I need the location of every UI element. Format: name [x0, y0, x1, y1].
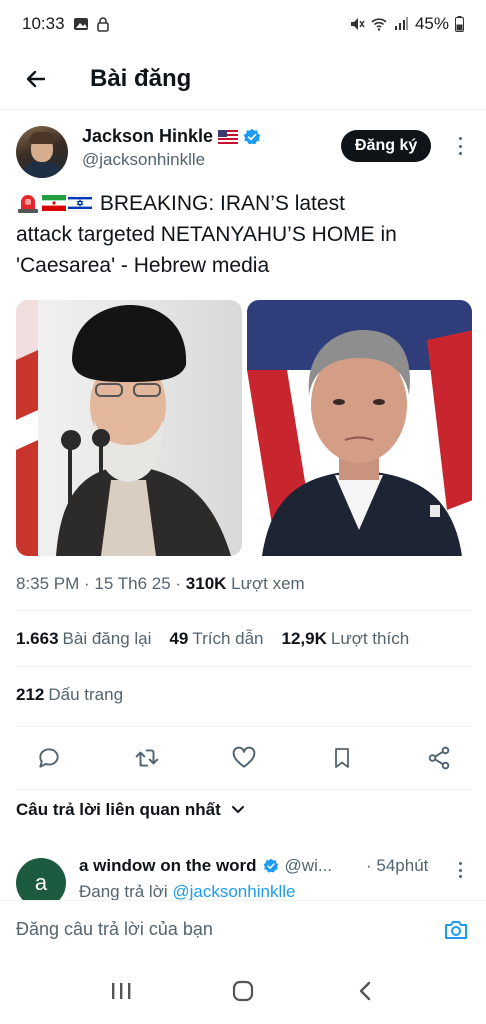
image-icon	[73, 18, 88, 30]
page-title: Bài đăng	[90, 64, 192, 92]
post-text-line3: 'Caesarea' - Hebrew media	[16, 254, 270, 277]
reply-composer	[0, 900, 486, 958]
reply-time: · 54phút	[366, 856, 429, 875]
chevron-left-icon	[359, 981, 371, 1001]
replies-sort-label: Câu trả lời liên quan nhất	[16, 800, 221, 819]
reply-button[interactable]	[34, 743, 64, 773]
bookmark-stats: 212 Dấu trang	[16, 666, 472, 722]
subscribe-button[interactable]: Đăng ký	[341, 130, 432, 162]
chevron-down-icon	[231, 806, 244, 814]
post-media[interactable]	[16, 300, 472, 556]
camera-icon	[445, 920, 467, 939]
israel-flag-icon	[68, 194, 92, 212]
battery-percent: 45%	[414, 14, 449, 33]
mute-icon	[350, 18, 365, 30]
views-count: 310K	[185, 574, 227, 593]
post-time: 8:35 PM	[16, 574, 80, 593]
reply-author-name[interactable]: a window on the word	[79, 856, 257, 876]
more-options-icon[interactable]	[450, 134, 470, 158]
post-text-line2: attack targeted NETANYAHU’S HOME in	[16, 223, 397, 246]
wifi-icon	[371, 18, 387, 31]
author-name[interactable]: Jackson Hinkle	[82, 126, 213, 147]
iran-flag-icon	[42, 195, 66, 211]
media-image-right[interactable]	[246, 300, 472, 556]
post-date: 15 Th6 25	[94, 574, 171, 593]
recents-icon	[112, 983, 131, 999]
likes-stat[interactable]: 12,9K Lượt thích	[282, 629, 410, 649]
signal-icon	[394, 17, 408, 30]
share-icon	[428, 746, 450, 770]
reply-icon	[39, 748, 59, 768]
camera-button[interactable]	[442, 916, 470, 944]
repost-icon	[135, 749, 158, 767]
like-icon	[232, 746, 256, 768]
reply-avatar[interactable]: a	[16, 858, 66, 900]
replying-to: Đang trả lời @jacksonhinklle	[79, 882, 296, 900]
replies-sort-dropdown[interactable]: Câu trả lời liên quan nhất	[16, 800, 245, 820]
us-flag-icon	[218, 129, 239, 144]
verified-badge-icon	[263, 858, 278, 873]
photo-cleric	[16, 300, 231, 556]
recents-button[interactable]	[101, 971, 141, 1011]
post: Jackson Hinkle @jacksonhinklle Đăng ký B…	[16, 118, 472, 790]
post-actions	[16, 726, 472, 790]
reply-author: a window on the word @wi...	[79, 856, 332, 876]
post-text-line1: BREAKING: IRAN’S latest	[94, 192, 345, 215]
like-button[interactable]	[229, 743, 259, 773]
status-time: 10:33	[22, 14, 65, 33]
reply-author-handle[interactable]: @wi...	[285, 856, 332, 876]
media-image-left[interactable]	[16, 300, 242, 556]
home-icon	[232, 980, 254, 1002]
bookmark-button[interactable]	[327, 743, 357, 773]
bookmark-icon	[334, 748, 349, 768]
rotating-light-icon	[18, 195, 38, 213]
back-nav-button[interactable]	[345, 971, 385, 1011]
author-handle[interactable]: @jacksonhinklle	[82, 150, 261, 170]
home-button[interactable]	[223, 971, 263, 1011]
reply-input[interactable]	[16, 919, 416, 940]
photo-politician	[246, 300, 472, 556]
reply-more-icon[interactable]	[452, 860, 468, 880]
author-names: Jackson Hinkle @jacksonhinklle	[82, 126, 261, 170]
lock-icon	[96, 17, 109, 32]
top-header: Bài đăng	[0, 48, 486, 110]
arrow-left-icon	[26, 70, 46, 87]
post-text: BREAKING: IRAN’S latest attack targeted …	[16, 188, 462, 281]
replying-to-handle[interactable]: @jacksonhinklle	[172, 882, 295, 900]
author-avatar[interactable]	[16, 126, 68, 178]
share-button[interactable]	[424, 743, 454, 773]
reply-item[interactable]: a a window on the word @wi... · 54phút Đ…	[16, 850, 472, 900]
battery-icon	[455, 16, 464, 32]
engagement-stats: 1.663 Bài đăng lại 49 Trích dẫn 12,9K Lượt …	[16, 610, 472, 666]
post-meta: 8:35 PM · 15 Th6 25 · 310K Lượt xem	[16, 574, 305, 593]
back-button[interactable]	[16, 59, 56, 99]
quotes-stat[interactable]: 49 Trích dẫn	[169, 629, 263, 649]
status-bar: 10:33 45%	[0, 0, 486, 48]
verified-badge-icon	[243, 128, 261, 144]
system-nav-bar	[0, 958, 486, 1024]
repost-button[interactable]	[132, 743, 162, 773]
reposts-stat[interactable]: 1.663 Bài đăng lại	[16, 629, 151, 649]
views-label: Lượt xem	[231, 574, 305, 593]
bookmarks-stat[interactable]: 212 Dấu trang	[16, 685, 123, 705]
